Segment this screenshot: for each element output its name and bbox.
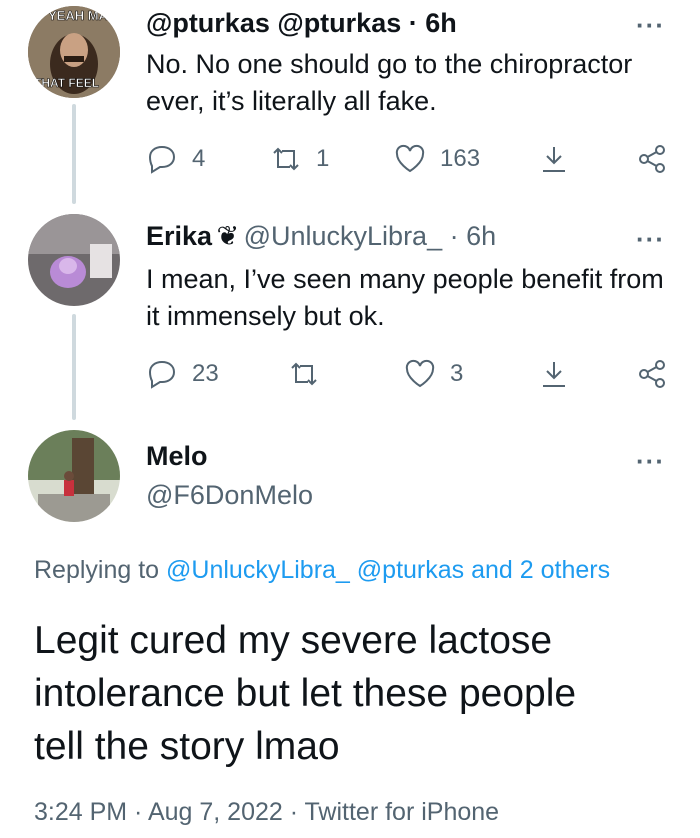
replying-user-link[interactable]: @UnluckyLibra_ [166, 556, 350, 584]
handle-line[interactable]: @pturkas @pturkas · 6h [146, 8, 457, 38]
avatar-image [28, 214, 120, 306]
share-button[interactable] [636, 143, 668, 175]
reply-icon [148, 145, 176, 174]
share-icon [639, 360, 665, 388]
replying-prefix: Replying to [34, 556, 160, 584]
tweet-text-line: intolerance but let these people [34, 672, 577, 715]
tweet-text: No. No one should go to the chiropractor… [146, 46, 632, 120]
like-count: 163 [440, 145, 481, 172]
share-button[interactable] [636, 358, 668, 390]
reply-button[interactable]: 4 [146, 143, 205, 175]
download-icon [543, 362, 565, 387]
like-count: 3 [450, 360, 464, 387]
avatar-erika[interactable] [28, 214, 120, 306]
avatar-image [28, 430, 120, 522]
tweet-timestamp[interactable]: 3:24 PM · Aug 7, 2022 · Twitter for iPho… [34, 798, 499, 827]
tweet-text-line: No. No one should go to the chiropractor [146, 49, 633, 79]
handle-line[interactable]: @UnluckyLibra_ · 6h [244, 221, 497, 251]
like-button[interactable]: 3 [404, 358, 463, 390]
more-options-button[interactable]: ··· [636, 10, 665, 41]
name-badge: ❦ [216, 221, 240, 251]
share-icon [639, 145, 665, 173]
retweet-icon [273, 147, 299, 171]
avatar-pturkas[interactable]: YEAH MA THAT FEEL [28, 6, 120, 98]
replying-others-link[interactable]: and 2 others [471, 556, 610, 584]
display-name[interactable]: Melo [146, 441, 208, 472]
avatar-caption-bottom: THAT FEEL [34, 76, 100, 91]
tweet-text-line: I mean, I’ve seen many people benefit fr… [146, 264, 664, 294]
main-tweet-text: Legit cured my severe lactose intoleranc… [34, 614, 576, 773]
tweet-header: @pturkas @pturkas · 6h [146, 8, 457, 39]
download-icon [543, 147, 565, 172]
like-button[interactable]: 163 [394, 143, 480, 175]
display-name[interactable]: Erika [146, 221, 212, 251]
download-button[interactable] [538, 143, 570, 175]
tweet-text-line: tell the story lmao [34, 725, 340, 768]
heart-icon [395, 144, 425, 173]
retweet-button[interactable] [288, 358, 334, 390]
tweet-text-line: it immensely but ok. [146, 301, 385, 331]
reply-button[interactable]: 23 [146, 358, 219, 390]
reply-icon [148, 360, 176, 389]
handle[interactable]: @F6DonMelo [146, 480, 313, 511]
tweet-text-line: Legit cured my severe lactose [34, 619, 553, 662]
tweet-text-line: ever, it’s literally all fake. [146, 86, 437, 116]
retweet-icon [291, 362, 317, 386]
tweet-header: Erika ❦ @UnluckyLibra_ · 6h [146, 221, 496, 252]
retweet-button[interactable]: 1 [270, 143, 329, 175]
download-button[interactable] [538, 358, 570, 390]
tweet-text: I mean, I’ve seen many people benefit fr… [146, 261, 664, 335]
avatar-melo[interactable] [28, 430, 120, 522]
reply-count: 23 [192, 360, 219, 387]
thread-connector [72, 314, 76, 420]
thread-connector [72, 104, 76, 204]
more-options-button[interactable]: ··· [636, 446, 665, 477]
replying-to: Replying to @UnluckyLibra_ @pturkas and … [34, 556, 610, 585]
replying-user-link[interactable]: @pturkas [357, 556, 464, 584]
more-options-button[interactable]: ··· [636, 224, 665, 255]
heart-icon [405, 359, 435, 388]
avatar-caption-top: YEAH MA [48, 8, 108, 24]
retweet-count: 1 [316, 145, 330, 172]
reply-count: 4 [192, 145, 206, 172]
